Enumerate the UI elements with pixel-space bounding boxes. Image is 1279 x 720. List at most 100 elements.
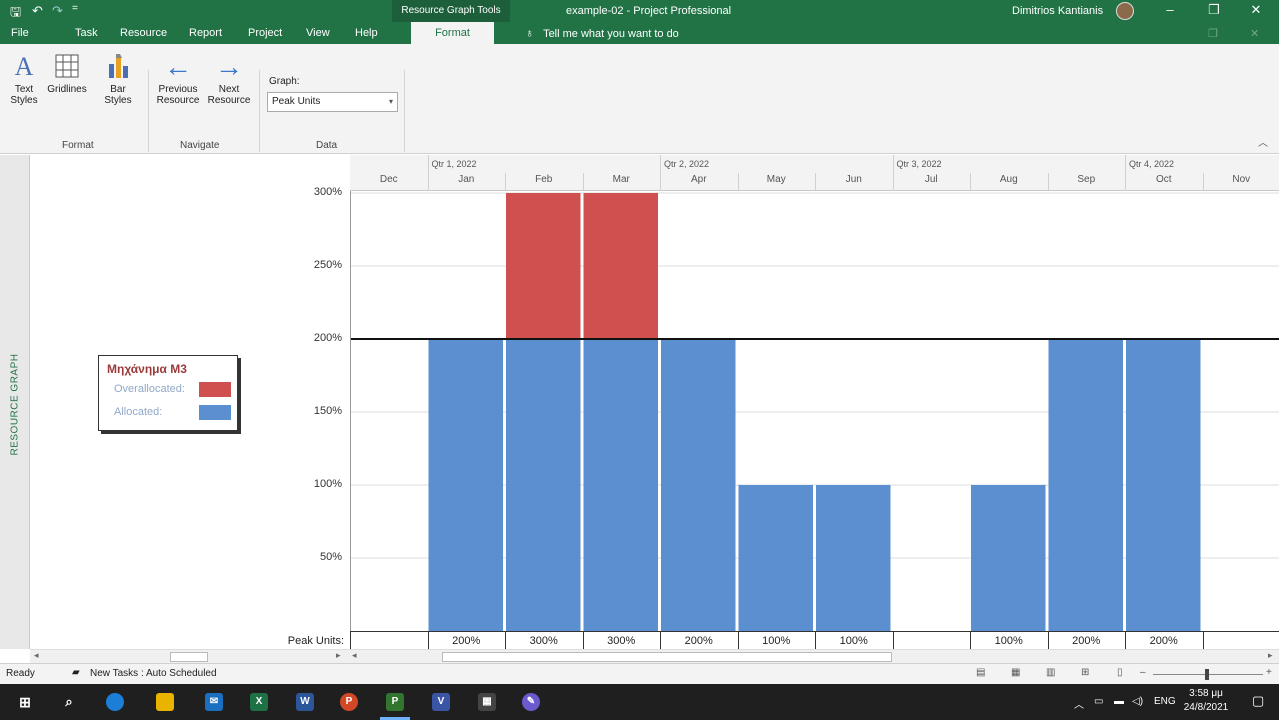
month-label: Mar [612, 174, 630, 185]
allocated-bar-aug [971, 485, 1046, 631]
horizontal-scrollbar[interactable]: ◂ ▸ ◂ ▸ [30, 649, 1279, 663]
text-styles-label: Text Styles [10, 84, 38, 106]
network-icon[interactable]: ▬ [1114, 696, 1124, 707]
close-button[interactable]: ✕ [1242, 2, 1270, 18]
month-label: Jun [845, 174, 862, 185]
avatar[interactable] [1116, 2, 1134, 20]
mail-icon[interactable]: ✉ [205, 693, 223, 711]
powerpoint-icon[interactable]: P [340, 693, 358, 711]
gantt-view-icon[interactable]: ▤ [976, 667, 985, 678]
y-tick-label: 200% [313, 332, 342, 344]
menu-task[interactable]: Task [75, 27, 98, 39]
menu-resource[interactable]: Resource [120, 27, 167, 39]
clock-date[interactable]: 24/8/2021 [1180, 702, 1232, 713]
visio-icon[interactable]: V [432, 693, 450, 711]
minimize-button[interactable]: – [1156, 2, 1184, 17]
windows-start-icon[interactable]: ⊞ [16, 693, 34, 711]
peak-units-value: 100% [839, 635, 868, 647]
volume-icon[interactable]: ◁) [1132, 696, 1143, 707]
report-icon[interactable]: ▯ [1117, 667, 1123, 678]
peak-units-value: 200% [684, 635, 713, 647]
team-planner-icon[interactable]: ▥ [1046, 667, 1055, 678]
value-cell-divider [350, 632, 351, 650]
customize-toolbar-icon[interactable]: = [72, 3, 78, 14]
collapse-ribbon-icon[interactable]: ︿ [1258, 138, 1268, 149]
window-title: example-02 - Project Professional [566, 5, 732, 17]
legend-title: Μηχάνημα M3 [107, 362, 187, 376]
project-icon[interactable]: P [386, 693, 404, 711]
allocated-bar-feb [506, 339, 581, 631]
undo-icon[interactable]: ↶ [32, 3, 43, 19]
new-tasks-icon: ▰ [72, 667, 80, 678]
arrow-left-icon: ← [164, 51, 192, 82]
file-explorer-icon[interactable] [156, 693, 174, 711]
redo-icon[interactable]: ↷ [52, 3, 63, 19]
quarter-label: Qtr 4, 2022 [1129, 159, 1175, 169]
user-name[interactable]: Dimitrios Kantianis [1012, 5, 1103, 17]
task-usage-icon[interactable]: ▦ [1011, 667, 1020, 678]
title-bar: 🖫 ↶ ↷ = example-02 - Project Professiona… [0, 0, 1279, 22]
scroll-thumb-left[interactable] [170, 652, 208, 662]
meet-now-icon[interactable]: ▭ [1094, 696, 1103, 707]
month-label: Jul [924, 174, 938, 185]
legend-pane: Μηχάνημα M3 Overallocated: Allocated: Pe… [30, 155, 348, 649]
overallocated-bar-feb [506, 193, 581, 339]
menu-project[interactable]: Project [248, 27, 282, 39]
legend-overallocated-label: Overallocated: [114, 383, 185, 395]
y-tick-label: 50% [319, 551, 342, 563]
paint-icon[interactable]: ✎ [522, 693, 540, 711]
clock-time[interactable]: 3:58 μμ [1180, 688, 1232, 699]
resource-sheet-icon[interactable]: ⊞ [1081, 667, 1089, 678]
scroll-right-icon[interactable]: ▸ [1268, 650, 1273, 661]
menu-help[interactable]: Help [355, 27, 378, 39]
ribbon-separator [259, 70, 260, 152]
search-icon[interactable]: ⌕ [60, 693, 78, 711]
peak-units-value: 100% [762, 635, 791, 647]
allocated-bar-jan [428, 339, 503, 631]
previous-resource-button[interactable]: ← Previous Resource [152, 50, 204, 106]
ribbon-restore-icon[interactable]: ❐ [1208, 27, 1218, 40]
scroll-thumb-chart[interactable] [442, 652, 892, 662]
tab-format[interactable]: Format [411, 22, 494, 44]
zoom-out-icon[interactable]: – [1140, 667, 1146, 678]
scroll-left-icon[interactable]: ◂ [352, 650, 357, 661]
next-resource-button[interactable]: → Next Resource [204, 50, 254, 106]
bar-styles-button[interactable]: Bar Styles [98, 50, 138, 106]
gridlines-label: Gridlines [47, 84, 87, 95]
scroll-left-icon[interactable]: ◂ [34, 650, 39, 661]
notifications-icon[interactable]: ▢ [1252, 693, 1264, 709]
edge-icon[interactable] [106, 693, 124, 711]
menu-report[interactable]: Report [189, 27, 222, 39]
next-resource-label: Next Resource [207, 84, 251, 106]
word-icon[interactable]: W [296, 693, 314, 711]
ribbon-close-icon[interactable]: ✕ [1250, 27, 1259, 40]
menu-view[interactable]: View [306, 27, 330, 39]
status-new-tasks[interactable]: New Tasks : Auto Scheduled [90, 668, 217, 679]
taskbar: ⊞ ⌕ ✉ X W P P V ▦ ✎ ︿ ▭ ▬ ◁) ENG 3:58 μμ… [0, 684, 1279, 720]
restore-button[interactable]: ❐ [1200, 2, 1228, 18]
tray-chevron-icon[interactable]: ︿ [1074, 696, 1084, 711]
value-cell-divider [1202, 632, 1204, 650]
month-label: Jan [458, 174, 475, 185]
graph-select[interactable]: Peak Units ▾ [267, 92, 398, 112]
language-indicator[interactable]: ENG [1154, 696, 1176, 707]
scroll-right-icon[interactable]: ▸ [336, 650, 341, 661]
legend-allocated-label: Allocated: [114, 406, 163, 418]
month-label: Nov [1232, 174, 1251, 185]
menu-file[interactable]: File [11, 27, 29, 39]
month-label: Apr [690, 174, 707, 185]
bar-styles-icon [98, 50, 138, 84]
peak-units-row: 200% 300% 300% 200% 100% 100% 100% 200% 200% [350, 631, 1279, 650]
excel-icon[interactable]: X [250, 693, 268, 711]
text-styles-button[interactable]: A Text Styles [6, 50, 42, 106]
overallocated-bar-mar [583, 193, 658, 339]
month-label: Sep [1077, 174, 1096, 185]
ribbon-separator [148, 70, 149, 152]
zoom-slider-thumb[interactable] [1205, 669, 1209, 680]
calculator-icon[interactable]: ▦ [478, 693, 496, 711]
resource-graph-chart[interactable] [350, 191, 1279, 631]
zoom-in-icon[interactable]: + [1266, 667, 1272, 678]
tell-me-search[interactable]: ♁ Tell me what you want to do [525, 26, 679, 40]
arrow-right-icon: → [215, 51, 243, 82]
gridlines-button[interactable]: Gridlines [45, 50, 89, 95]
